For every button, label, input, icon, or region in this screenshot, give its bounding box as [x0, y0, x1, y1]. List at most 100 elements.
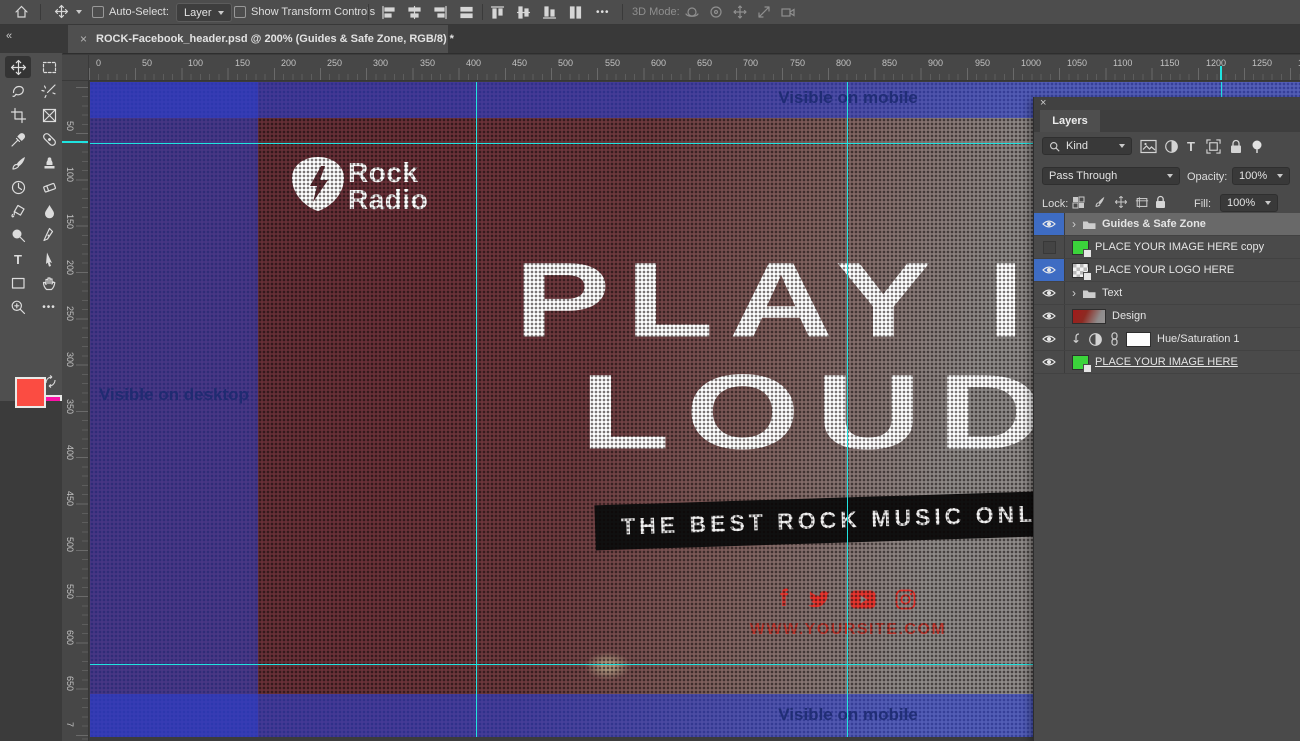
visibility-toggle[interactable] [1034, 236, 1065, 258]
layer-row[interactable]: PLACE YOUR IMAGE HERE copy [1034, 236, 1300, 259]
eyedropper-tool[interactable] [5, 128, 31, 150]
collapse-panels-icon[interactable]: « [6, 30, 12, 42]
group-twirl-icon[interactable]: › [1072, 286, 1076, 300]
tab-layers[interactable]: Layers [1040, 110, 1100, 132]
distribute-horizontal-icon[interactable] [459, 5, 474, 20]
rectangular-marquee-tool[interactable] [36, 56, 62, 78]
pen-tool[interactable] [36, 224, 62, 246]
layer-row[interactable]: PLACE YOUR IMAGE HERE [1034, 351, 1300, 374]
path-selection-tool[interactable] [36, 248, 62, 270]
layer-thumbnail[interactable] [1072, 309, 1106, 324]
edit-toolbar-icon[interactable]: ••• [36, 296, 62, 318]
3d-roll-icon[interactable] [708, 4, 724, 20]
layer-thumbnail[interactable] [1072, 263, 1089, 278]
layer-name[interactable]: Text [1102, 287, 1122, 299]
gradient-tool[interactable] [5, 200, 31, 222]
auto-select-target-dropdown[interactable]: Layer [176, 3, 232, 22]
vertical-ruler[interactable]: 0 50 100 150 200 250 300 350 400 450 500… [62, 80, 89, 741]
lock-image-pixels-icon[interactable] [1093, 195, 1107, 209]
magic-wand-tool[interactable] [36, 80, 62, 102]
ruler-corner[interactable] [62, 55, 89, 81]
filter-type-layers-icon[interactable]: T [1187, 139, 1195, 154]
lock-transparent-pixels-icon[interactable] [1072, 196, 1085, 209]
visibility-toggle[interactable] [1034, 259, 1065, 281]
layer-thumbnail[interactable] [1072, 355, 1089, 370]
blur-tool[interactable] [36, 200, 62, 222]
history-brush-tool[interactable] [5, 176, 31, 198]
layer-row[interactable]: PLACE YOUR LOGO HERE [1034, 259, 1300, 282]
visibility-toggle[interactable] [1034, 282, 1065, 304]
show-transform-controls-checkbox[interactable] [234, 6, 246, 18]
frame-tool[interactable] [36, 104, 62, 126]
dodge-tool[interactable] [5, 224, 31, 246]
instagram-icon [895, 589, 916, 610]
brush-tool[interactable] [5, 152, 31, 174]
align-top-edges-icon[interactable] [490, 5, 505, 20]
document-tab[interactable]: × ROCK-Facebook_header.psd @ 200% (Guide… [68, 25, 448, 53]
fill-input[interactable]: 100% [1220, 194, 1278, 212]
mask-link-icon[interactable] [1109, 332, 1120, 346]
align-left-edges-icon[interactable] [381, 5, 396, 20]
align-vertical-centers-icon[interactable] [516, 5, 531, 20]
opacity-input[interactable]: 100% [1232, 167, 1290, 185]
panel-close-icon[interactable]: × [1040, 97, 1046, 110]
visibility-toggle[interactable] [1034, 351, 1065, 373]
more-align-options-icon[interactable]: ••• [596, 7, 610, 18]
clone-stamp-tool[interactable] [36, 152, 62, 174]
3d-camera-icon[interactable] [780, 4, 796, 20]
align-horizontal-centers-icon[interactable] [407, 5, 422, 20]
crop-tool[interactable] [5, 104, 31, 126]
layer-row[interactable]: › Guides & Safe Zone [1034, 213, 1300, 236]
tool-preset-chevron-icon[interactable] [76, 10, 82, 14]
layer-row[interactable]: › Text [1034, 282, 1300, 305]
horizontal-ruler[interactable]: 0 50 100 150 200 250 300 350 400 450 500… [88, 55, 1300, 81]
distribute-vertical-icon[interactable] [568, 5, 583, 20]
zoom-tool[interactable] [5, 296, 31, 318]
blend-mode-dropdown[interactable]: Pass Through [1042, 167, 1180, 185]
layer-name[interactable]: PLACE YOUR LOGO HERE [1095, 264, 1234, 276]
visibility-toggle[interactable] [1034, 213, 1065, 235]
layer-name[interactable]: Design [1112, 310, 1146, 322]
lock-artboard-icon[interactable] [1135, 196, 1149, 209]
tab-close-icon[interactable]: × [80, 32, 87, 46]
3d-pan-icon[interactable] [732, 4, 748, 20]
ruler-tick-label: 650 [65, 676, 75, 691]
layer-row[interactable]: Hue/Saturation 1 [1034, 328, 1300, 351]
foreground-color-swatch[interactable] [15, 377, 46, 408]
lasso-tool[interactable] [5, 80, 31, 102]
filter-kind-dropdown[interactable]: Kind [1042, 137, 1132, 155]
3d-slide-icon[interactable] [756, 4, 772, 20]
rectangle-tool[interactable] [5, 272, 31, 294]
filter-smart-objects-icon[interactable] [1229, 139, 1243, 154]
lock-position-icon[interactable] [1114, 195, 1128, 209]
move-tool-preset-icon[interactable] [54, 4, 69, 19]
group-twirl-icon[interactable]: › [1072, 217, 1076, 231]
layer-name[interactable]: Guides & Safe Zone [1102, 218, 1206, 230]
visibility-toggle[interactable] [1034, 305, 1065, 327]
filter-pixel-layers-icon[interactable] [1140, 139, 1157, 154]
layer-name[interactable]: PLACE YOUR IMAGE HERE copy [1095, 241, 1264, 253]
type-tool[interactable]: T [5, 248, 31, 270]
align-bottom-edges-icon[interactable] [542, 5, 557, 20]
filter-shape-layers-icon[interactable] [1206, 139, 1221, 154]
layer-mask-thumbnail[interactable] [1126, 332, 1151, 347]
adjustment-layer-icon[interactable] [1088, 332, 1103, 347]
3d-orbit-icon[interactable] [684, 4, 700, 20]
filter-toggle-icon[interactable] [1251, 139, 1263, 155]
eraser-tool[interactable] [36, 176, 62, 198]
layer-row[interactable]: Design [1034, 305, 1300, 328]
lock-all-icon[interactable] [1154, 195, 1167, 209]
spot-healing-brush-tool[interactable] [36, 128, 62, 150]
safe-zone-label-top: Visible on mobile [648, 88, 1048, 108]
auto-select-checkbox[interactable] [92, 6, 104, 18]
layer-name[interactable]: Hue/Saturation 1 [1157, 333, 1240, 345]
layer-thumbnail[interactable] [1072, 240, 1089, 255]
hand-tool[interactable] [36, 272, 62, 294]
home-icon[interactable] [14, 4, 29, 19]
layer-name[interactable]: PLACE YOUR IMAGE HERE [1095, 356, 1238, 368]
visibility-toggle[interactable] [1034, 328, 1065, 350]
filter-adjustment-layers-icon[interactable] [1164, 139, 1179, 154]
move-tool[interactable] [5, 56, 31, 78]
align-right-edges-icon[interactable] [433, 5, 448, 20]
safe-zone-label-desktop: Visible on desktop [99, 385, 249, 405]
